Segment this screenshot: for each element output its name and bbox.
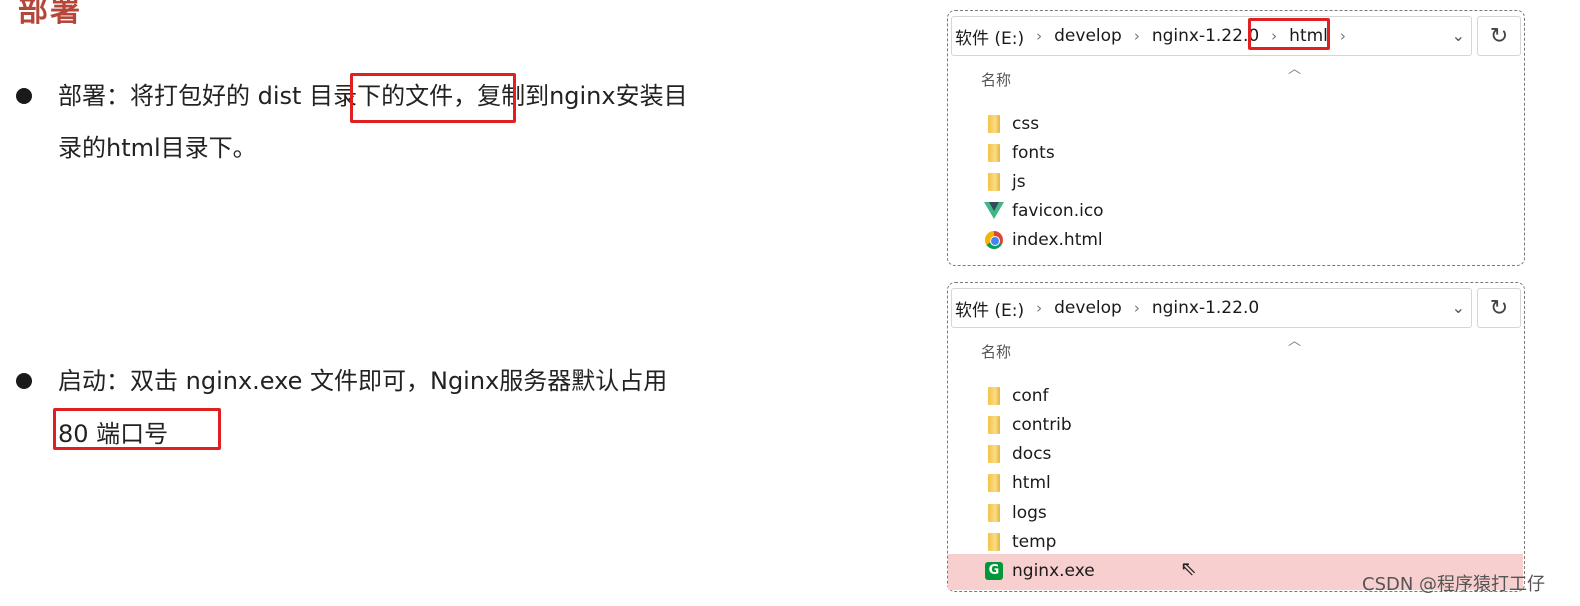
column-header-name[interactable]: 名称 xyxy=(981,69,1011,90)
refresh-button[interactable]: ↻ xyxy=(1477,288,1521,328)
refresh-icon: ↻ xyxy=(1489,295,1509,321)
refresh-icon: ↻ xyxy=(1489,23,1509,49)
address-bar[interactable]: 软件 (E:) › develop › nginx-1.22.0 ⌄ xyxy=(951,288,1472,328)
breadcrumb-separator-icon: › xyxy=(1036,299,1043,317)
sort-ascending-icon: ︿ xyxy=(1288,334,1302,349)
file-name: index.html xyxy=(1012,229,1103,250)
address-bar[interactable]: 软件 (E:) › develop › nginx-1.22.0 › html … xyxy=(951,16,1472,56)
breadcrumb-separator-icon: › xyxy=(1339,27,1346,45)
file-name: docs xyxy=(1012,443,1052,464)
breadcrumb-nginx[interactable]: nginx-1.22.0 xyxy=(1148,298,1263,318)
list-item[interactable]: fonts xyxy=(984,138,1055,167)
explorer-window-html: 软件 (E:) › develop › nginx-1.22.0 › html … xyxy=(947,10,1525,266)
highlight-box-html-crumb xyxy=(1248,18,1330,50)
folder-icon xyxy=(984,114,1004,134)
bullet-text-deploy-line2: 录的html目录下。 xyxy=(58,134,257,162)
mouse-cursor-icon: ⇖ xyxy=(1180,556,1197,580)
address-dropdown-chevron-icon[interactable]: ⌄ xyxy=(1452,298,1465,317)
bullet-dot xyxy=(16,88,32,104)
vue-logo-icon xyxy=(984,201,1004,221)
column-header-name[interactable]: 名称 xyxy=(981,341,1011,362)
list-item-selected[interactable]: Gnginx.exe xyxy=(984,556,1095,585)
bullet-dot xyxy=(16,373,32,389)
breadcrumb-separator-icon: › xyxy=(1133,27,1140,45)
file-name: logs xyxy=(1012,502,1047,523)
file-name: temp xyxy=(1012,531,1057,552)
nginx-app-icon: G xyxy=(984,561,1004,581)
breadcrumb-separator-icon: › xyxy=(1133,299,1140,317)
breadcrumb-drive[interactable]: 软件 (E:) xyxy=(952,296,1028,321)
folder-icon xyxy=(984,386,1004,406)
file-name: fonts xyxy=(1012,142,1055,163)
list-item[interactable]: temp xyxy=(984,527,1056,556)
bullet-text-start-line1: 启动：双击 nginx.exe 文件即可，Nginx服务器默认占用 xyxy=(58,367,668,395)
folder-icon xyxy=(984,143,1004,163)
list-item[interactable]: css xyxy=(984,109,1039,138)
file-name: conf xyxy=(1012,385,1049,406)
highlight-box-port xyxy=(53,408,221,450)
list-item[interactable]: logs xyxy=(984,498,1047,527)
folder-icon xyxy=(984,473,1004,493)
address-dropdown-chevron-icon[interactable]: ⌄ xyxy=(1452,26,1465,45)
folder-icon xyxy=(984,444,1004,464)
breadcrumb-separator-icon: › xyxy=(1036,27,1043,45)
list-item[interactable]: index.html xyxy=(984,225,1103,254)
highlight-box-dist-files xyxy=(350,73,516,123)
list-item[interactable]: favicon.ico xyxy=(984,196,1104,225)
file-name: favicon.ico xyxy=(1012,200,1104,221)
sort-ascending-icon: ︿ xyxy=(1288,62,1302,77)
file-name: js xyxy=(1012,171,1026,192)
list-item[interactable]: js xyxy=(984,167,1026,196)
folder-icon xyxy=(984,415,1004,435)
folder-icon xyxy=(984,503,1004,523)
folder-icon xyxy=(984,172,1004,192)
breadcrumb-drive[interactable]: 软件 (E:) xyxy=(952,24,1028,49)
explorer-window-nginx: 软件 (E:) › develop › nginx-1.22.0 ⌄ ↻ ︿ 名… xyxy=(947,282,1525,592)
breadcrumb-develop[interactable]: develop xyxy=(1050,26,1126,46)
watermark: CSDN @程序猿打工仔 xyxy=(1362,574,1546,595)
folder-icon xyxy=(984,532,1004,552)
breadcrumb-nginx[interactable]: nginx-1.22.0 xyxy=(1148,26,1263,46)
breadcrumb-develop[interactable]: develop xyxy=(1050,298,1126,318)
list-item[interactable]: contrib xyxy=(984,410,1072,439)
refresh-button[interactable]: ↻ xyxy=(1477,16,1521,56)
file-name: contrib xyxy=(1012,414,1072,435)
chrome-icon xyxy=(984,230,1004,250)
file-name: nginx.exe xyxy=(1012,560,1095,581)
list-item[interactable]: html xyxy=(984,468,1051,497)
file-name: html xyxy=(1012,472,1051,493)
file-name: css xyxy=(1012,113,1040,134)
list-item[interactable]: conf xyxy=(984,381,1049,410)
list-item[interactable]: docs xyxy=(984,439,1051,468)
slide-heading: 部署 xyxy=(18,0,82,29)
